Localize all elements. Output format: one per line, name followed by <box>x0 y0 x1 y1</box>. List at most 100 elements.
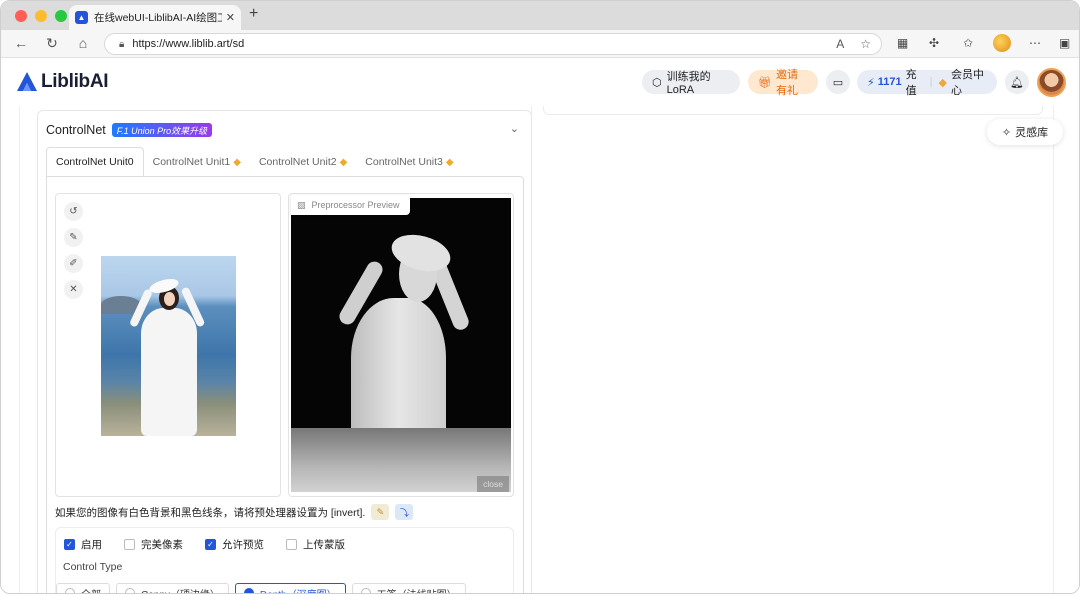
output-panel-top <box>543 106 1043 115</box>
lock-icon: 🔒︎ <box>119 38 125 50</box>
tab-label: ControlNet Unit2 <box>258 156 337 168</box>
invite-button[interactable]: 🎁︎ 邀请有礼 <box>748 69 818 97</box>
diamond-icon: ◆ <box>938 76 947 89</box>
app-header: LiblibAI ⬡ 训练我的LoRA 🎁︎ 邀请有礼 ▭ ⚡︎ 1171 充值… <box>1 58 1079 106</box>
tab-title: 在线webUI-LiblibAI-AI绘图工具 <box>94 12 222 24</box>
browser-profile-avatar[interactable] <box>993 34 1011 52</box>
undo-icon[interactable]: ↺ <box>64 202 83 221</box>
unit-tabs: ControlNet Unit0 ControlNet Unit1 ◆ Cont… <box>46 147 463 177</box>
close-preview-button[interactable]: close <box>477 476 509 492</box>
control-type-all[interactable]: 全部 <box>56 583 110 594</box>
preview-label: Preprocessor Preview <box>311 200 400 210</box>
upgrade-badge: F.1 Union Pro效果升级 <box>111 123 213 137</box>
folder-button[interactable]: ▭ <box>826 70 850 94</box>
browser-tab[interactable]: ▲ 在线webUI-LiblibAI-AI绘图工具 ✕ <box>69 5 241 30</box>
controlnet-title: ControlNet <box>46 123 106 137</box>
address-bar: ← ↻ ⌂ 🔒︎ https://www.liblib.art/sd A ☆ ▦… <box>1 30 1079 58</box>
home-icon[interactable]: ⌂ <box>74 35 92 51</box>
control-type-label: Control Type <box>63 561 123 573</box>
control-type-options: 全部 Canny（硬边缘） Depth（深度图） 工签（法线贴图） <box>56 583 466 594</box>
sidebar-toggle-icon[interactable]: ▣ <box>1059 36 1070 50</box>
diamond-icon: ◆ <box>445 156 454 168</box>
control-type-canny[interactable]: Canny（硬边缘） <box>116 583 229 594</box>
preview-tag: ▧ Preprocessor Preview <box>291 195 410 215</box>
url-text: https://www.liblib.art/sd <box>132 38 245 50</box>
checkbox-row: ✓ 启用 完美像素 ✓ 允许预览 上传蒙版 <box>64 537 367 552</box>
tab-unit0[interactable]: ControlNet Unit0 <box>46 147 144 177</box>
member-center-link[interactable]: 会员中心 <box>951 66 987 98</box>
depth-map-image <box>291 198 511 492</box>
brush-icon[interactable]: ✐ <box>64 254 83 273</box>
checkbox-icon <box>124 539 135 550</box>
new-tab-button[interactable]: + <box>249 5 258 23</box>
reload-icon[interactable]: ↻ <box>43 35 61 52</box>
inspiration-button[interactable]: ✧ 灵感库 <box>987 119 1063 145</box>
radio-selected-icon <box>243 588 254 593</box>
checkbox-icon <box>286 539 297 550</box>
preprocessor-preview: ▧ Preprocessor Preview close <box>288 193 514 497</box>
folder-icon: ▭ <box>832 76 844 89</box>
bell-icon: 🔔︎ <box>1010 76 1024 89</box>
maximize-window-button[interactable] <box>55 9 67 22</box>
extensions-icon[interactable]: ✣ <box>929 36 939 50</box>
edit-icon[interactable]: ✎ <box>64 228 83 247</box>
pencil-icon[interactable]: ✎ <box>371 504 390 520</box>
logo-text: LiblibAI <box>41 71 109 92</box>
tab-unit2[interactable]: ControlNet Unit2 ◆ <box>250 147 356 177</box>
checkbox-checked-icon: ✓ <box>205 539 216 550</box>
checkbox-label: 启用 <box>81 539 102 551</box>
options-panel: ✓ 启用 完美像素 ✓ 允许预览 上传蒙版 Control Type <box>55 527 514 594</box>
train-lora-button[interactable]: ⬡ 训练我的LoRA <box>642 70 740 96</box>
radio-icon <box>125 588 135 593</box>
back-arrow-icon[interactable]: ← <box>12 35 30 51</box>
sparkle-icon: ✧ <box>1001 126 1012 139</box>
allow-preview-checkbox[interactable]: ✓ 允许预览 <box>205 537 264 552</box>
favorite-star-icon[interactable]: ☆ <box>860 37 871 51</box>
checkbox-label: 允许预览 <box>222 539 264 551</box>
input-image-dropzone[interactable]: ↺ ✎ ✐ ✕ <box>55 193 281 497</box>
divider: | <box>929 76 933 88</box>
logo[interactable]: LiblibAI <box>16 71 109 93</box>
liblib-favicon-icon: ▲ <box>75 11 88 24</box>
tab-label: ControlNet Unit3 <box>365 156 443 168</box>
tab-label: ControlNet Unit0 <box>56 156 134 168</box>
recharge-link[interactable]: 充值 <box>906 66 924 98</box>
divider <box>1053 106 1054 593</box>
radio-label: 工签（法线贴图） <box>377 586 457 594</box>
notification-button[interactable]: 🔔︎ <box>1005 70 1029 94</box>
pixel-perfect-checkbox[interactable]: 完美像素 <box>124 537 183 552</box>
control-type-depth[interactable]: Depth（深度图） <box>234 583 346 593</box>
liblib-logo-icon <box>17 72 37 91</box>
invite-label: 邀请有礼 <box>775 69 798 97</box>
read-aloud-icon[interactable]: A <box>836 37 844 51</box>
chevron-down-icon[interactable]: ⌄ <box>510 122 519 135</box>
tab-close-icon[interactable]: ✕ <box>226 11 235 24</box>
tab-label: ControlNet Unit1 <box>152 156 231 168</box>
radio-label: 全部 <box>81 586 101 594</box>
invert-hint: 如果您的图像有白色背景和黑色线条，请将预处理器设置为 [invert]. ✎ ⤵ <box>55 504 414 520</box>
window-controls <box>15 9 67 22</box>
radio-label: Canny（硬边缘） <box>141 586 220 594</box>
checkbox-label: 完美像素 <box>141 539 183 551</box>
radio-icon <box>360 588 371 593</box>
upload-mask-checkbox[interactable]: 上传蒙版 <box>286 537 345 552</box>
tab-strip: ▲ 在线webUI-LiblibAI-AI绘图工具 ✕ + <box>1 1 1079 30</box>
swap-icon[interactable]: ⤵ <box>395 504 414 520</box>
minimize-window-button[interactable] <box>35 9 47 22</box>
tab-unit3[interactable]: ControlNet Unit3 ◆ <box>356 147 462 177</box>
controlnet-header[interactable]: ControlNet F.1 Union Pro效果升级 <box>46 123 213 137</box>
url-field[interactable]: 🔒︎ https://www.liblib.art/sd A ☆ <box>104 33 882 55</box>
close-icon[interactable]: ✕ <box>64 280 83 299</box>
main-content: ✧ 灵感库 ControlNet F.1 Union Pro效果升级 ⌄ Con… <box>1 106 1079 594</box>
favorites-icon[interactable]: ✩ <box>963 36 973 50</box>
divider <box>19 106 20 593</box>
browser-window: ▲ 在线webUI-LiblibAI-AI绘图工具 ✕ + ← ↻ ⌂ 🔒︎ h… <box>0 0 1080 594</box>
close-window-button[interactable] <box>15 9 27 22</box>
tab-unit1[interactable]: ControlNet Unit1 ◆ <box>144 147 250 177</box>
control-type-normal[interactable]: 工签（法线贴图） <box>351 583 466 594</box>
collections-icon[interactable]: ▦ <box>897 36 908 50</box>
more-menu-icon[interactable]: ⋯ <box>1029 36 1041 50</box>
image-icon: ▧ <box>297 199 306 210</box>
enable-checkbox[interactable]: ✓ 启用 <box>64 537 102 552</box>
user-avatar[interactable] <box>1037 68 1066 97</box>
